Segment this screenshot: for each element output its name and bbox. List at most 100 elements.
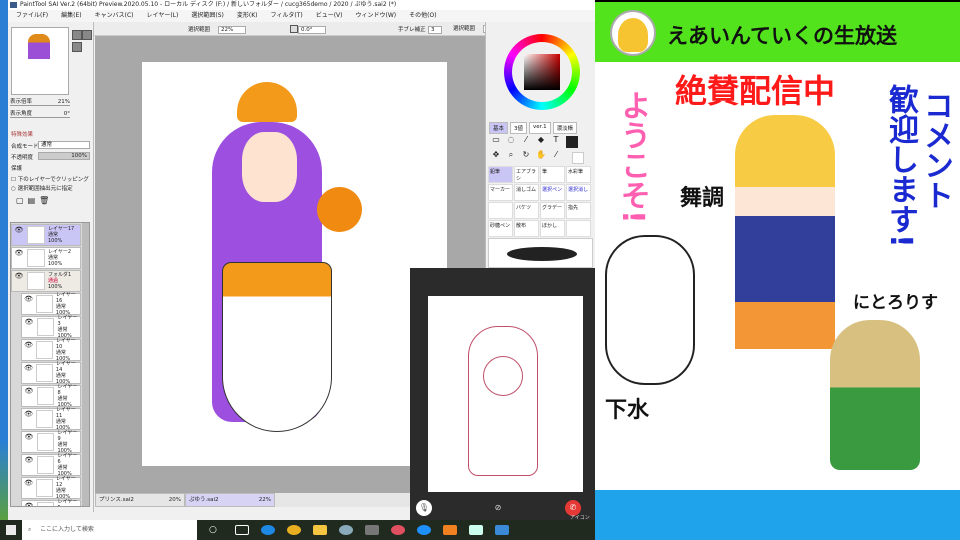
app-icon-1[interactable] [339,525,353,535]
effects-section-label[interactable]: 特殊効果 [11,130,33,138]
text-tool-icon[interactable]: T [549,135,563,149]
menu-item[interactable]: 選択範囲(S) [191,10,224,22]
color-tab[interactable]: ver.1 [529,122,551,134]
cortana-icon[interactable]: ○ [209,525,223,535]
file-explorer-icon[interactable] [313,525,327,535]
nav-rotate-button[interactable] [72,42,82,52]
app-icon-2[interactable] [365,525,379,535]
eye-icon[interactable]: 👁 [14,226,24,244]
document-tab[interactable]: プリンス.sai2 20% [95,493,185,507]
eye-icon[interactable]: 👁 [24,341,33,359]
primary-color-swatch[interactable] [566,136,578,148]
eyedropper-icon[interactable]: ⁄ [549,150,563,165]
nav-zoom-out-button[interactable] [72,30,82,40]
layer-row[interactable]: 👁 レイヤー16 通常 100% [21,292,81,316]
angle-slider[interactable]: 表示角度 0° [10,110,70,118]
color-wheel[interactable] [504,34,580,110]
brush-slot[interactable]: 消しゴム [514,184,539,201]
task-view-icon[interactable] [235,525,249,535]
zoom-slider[interactable]: 表示倍率 21% [10,98,70,106]
layer-row[interactable]: 👁 レイヤー9 通常 100% [21,430,81,454]
rotate-icon[interactable]: ↻ [519,150,533,165]
layer-row[interactable]: 👁 レイヤー5通常100% [21,499,81,506]
brush-slot[interactable]: 筆 [540,166,565,183]
app-icon-3[interactable] [391,525,405,535]
rotation-field[interactable]: 0.0° [298,26,326,34]
zoom-level-field[interactable]: 22% [218,26,246,34]
menu-item[interactable]: キャンバス(C) [95,10,134,22]
brush-slot[interactable]: 水彩筆 [566,166,591,183]
brush-slot[interactable]: 選択ペン [540,184,565,201]
layer-row[interactable]: 👁 レイヤー3 通常 100% [21,315,81,339]
new-layer-icon[interactable]: ▢ [16,196,28,205]
brush-slot[interactable]: バケツ [514,202,539,219]
navigator-preview[interactable] [11,27,69,95]
layer-row[interactable]: 👁 レイヤー8 通常 100% [21,384,81,408]
delete-layer-icon[interactable]: 🗑 [39,196,53,205]
color-tab[interactable]: 基本 [489,122,509,134]
photos-icon[interactable] [495,525,509,535]
camera-off-button[interactable]: ⊘ [490,500,506,516]
sai-taskbar-icon[interactable] [469,525,483,535]
brush-slot[interactable]: 選択消し [566,184,591,201]
move-icon[interactable]: ✥ [489,150,503,165]
eye-icon[interactable]: 👁 [24,479,33,497]
eye-icon[interactable]: 👁 [24,318,34,336]
layer-row[interactable]: 👁 レイヤー11 通常 100% [21,407,81,431]
taskbar-search[interactable]: ⌕ ここに入力して検索 [22,520,197,540]
eye-icon[interactable]: 👁 [24,502,34,506]
eye-icon[interactable]: 👁 [24,364,33,382]
eye-icon[interactable]: 👁 [24,410,33,428]
opacity-slider[interactable]: 100% [38,152,90,160]
bucket-icon[interactable]: ◆ [534,135,548,149]
brush-slot[interactable]: 散布 [514,220,539,237]
brush-slot[interactable]: エアブラシ [514,166,539,183]
brush-slot[interactable]: ぼかし [540,220,565,237]
drawing-canvas[interactable] [142,62,447,466]
layer-row[interactable]: 👁 レイヤー14 通常 100% [21,361,81,385]
lasso-icon[interactable]: ◌ [504,135,518,149]
menu-item[interactable]: ウィンドウ(W) [356,10,397,22]
eye-icon[interactable]: 👁 [24,456,34,474]
menu-item[interactable]: 編集(E) [61,10,81,22]
eye-icon[interactable]: 👁 [24,433,34,451]
color-tab[interactable]: 濃淡帳 [552,122,578,134]
brush-slot[interactable]: マーカー [488,184,513,201]
skype-icon[interactable] [417,525,431,535]
menu-item[interactable]: ビュー(V) [316,10,343,22]
select-rect-icon[interactable]: ▭ [489,135,503,149]
menu-item[interactable]: 変形(K) [237,10,258,22]
secondary-color-swatch[interactable] [572,152,584,164]
color-square[interactable] [524,54,560,90]
zoom-icon[interactable]: ⌕ [504,150,518,165]
eye-icon[interactable]: 👁 [24,295,33,313]
menu-item[interactable]: ファイル(F) [16,10,48,22]
menu-item[interactable]: フィルタ(T) [270,10,302,22]
clipping-checkbox[interactable]: ☐ 下のレイヤーでクリッピング [11,175,89,183]
app-icon-4[interactable] [443,525,457,535]
layer-row[interactable]: 👁 レイヤー12 通常 100% [21,476,81,500]
layer-row[interactable]: 👁 フォルダ1 通過 100% [11,270,81,292]
document-tab[interactable]: ぷゆう.sai2 22% [185,493,275,507]
chrome-icon[interactable] [287,525,301,535]
menu-item[interactable]: レイヤー(L) [147,10,179,22]
brush-slot[interactable] [566,220,591,237]
windows-start-icon[interactable] [6,525,16,535]
layer-row[interactable]: 👁 レイヤー17 通常 100% [11,224,81,246]
brush-slot[interactable]: 砂糖ペン [488,220,513,237]
layer-row[interactable]: 👁 レイヤー6 通常 100% [21,453,81,477]
eye-icon[interactable]: 👁 [14,272,24,290]
edge-icon[interactable] [261,525,275,535]
new-folder-icon[interactable]: ▤ [28,196,40,205]
hand-icon[interactable]: ✋ [534,150,548,165]
layer-row[interactable]: 👁 レイヤー2 通常 100% [11,247,81,269]
stabilizer-field[interactable]: 3 [428,26,442,34]
microphone-button[interactable]: 🎙 [416,500,432,516]
nav-zoom-in-button[interactable] [82,30,92,40]
layer-row[interactable]: 👁 レイヤー10 通常 100% [21,338,81,362]
color-tab[interactable]: 3値 [510,122,528,134]
magic-wand-icon[interactable]: ⁄ [519,135,533,149]
brush-slot[interactable] [488,202,513,219]
layer-scrollbar[interactable] [82,223,89,506]
brush-slot[interactable]: グラデー [540,202,565,219]
